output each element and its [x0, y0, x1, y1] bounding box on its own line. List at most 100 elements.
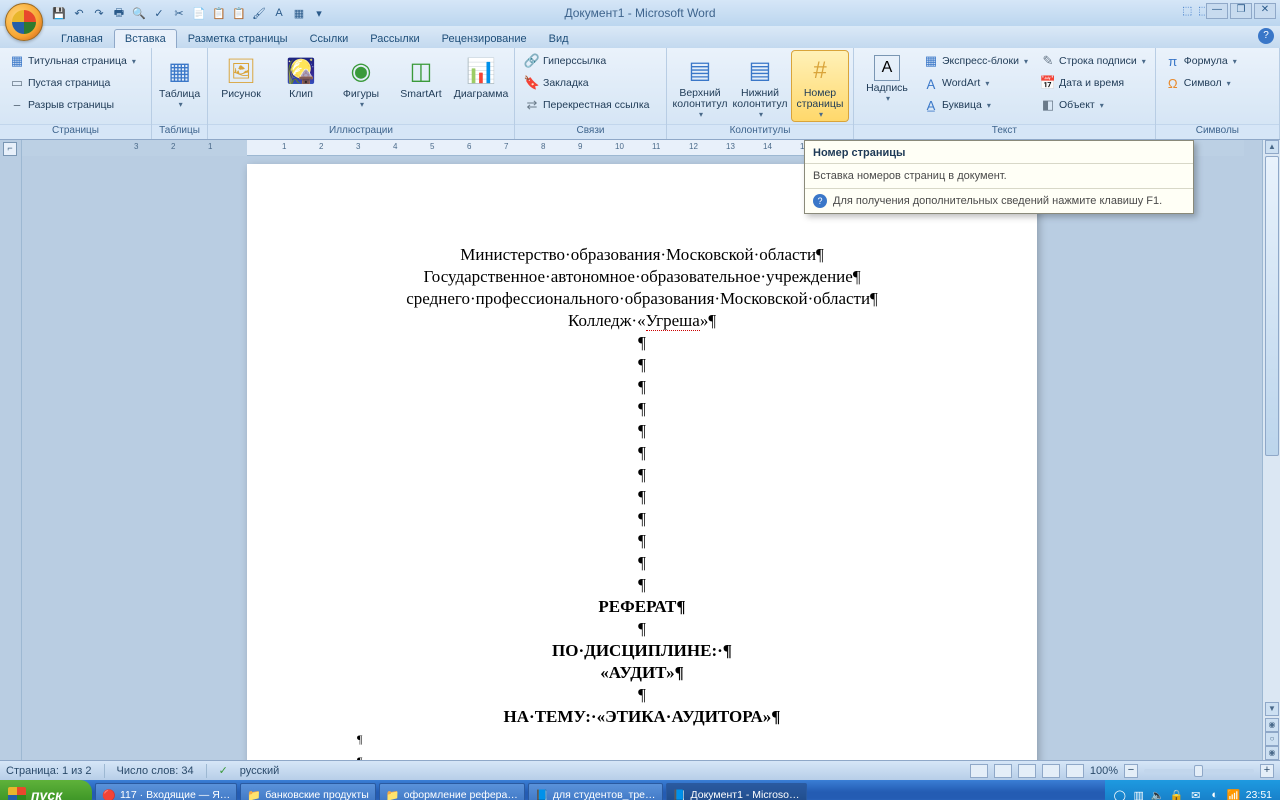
prev-page-button[interactable]: ◉ — [1265, 718, 1279, 732]
copy-button[interactable]: 📄 — [190, 4, 208, 22]
clip-button[interactable]: 🎑Клип — [273, 51, 329, 121]
dropcap-icon: A̲ — [923, 97, 939, 113]
shapes-button[interactable]: ◉Фигуры — [333, 51, 389, 121]
tray-icon[interactable]: 🔈 — [1151, 788, 1165, 800]
symbol-button[interactable]: ΩСимвол — [1161, 73, 1241, 93]
object-icon: ◧ — [1040, 97, 1056, 113]
zoom-out-button[interactable]: − — [1124, 764, 1138, 778]
group-pages: ▦Титульная страница ▭Пустая страница ⎯Ра… — [0, 48, 152, 139]
tray-icon[interactable]: ▥ — [1132, 788, 1146, 800]
doc-line: «АУДИТ»¶ — [347, 662, 937, 684]
doc-line: ¶ — [347, 508, 937, 530]
document-page[interactable]: Министерство·образования·Московской·обла… — [247, 164, 1037, 760]
status-page[interactable]: Страница: 1 из 2 — [6, 765, 92, 777]
restore-button[interactable]: ❐ — [1230, 3, 1252, 19]
textbox-button[interactable]: AНадпись — [859, 51, 915, 121]
taskbar-item[interactable]: 📘для студентов_тре… — [528, 783, 663, 800]
tab-Рассылки[interactable]: Рассылки — [359, 29, 430, 48]
help-button[interactable]: ▾ — [310, 4, 328, 22]
datetime-button[interactable]: 📅Дата и время — [1036, 73, 1150, 93]
status-words[interactable]: Число слов: 34 — [117, 765, 194, 777]
minimize-button[interactable]: — — [1206, 3, 1228, 19]
taskbar-item[interactable]: 📁банковские продукты — [240, 783, 375, 800]
equation-button[interactable]: πФормула — [1161, 51, 1241, 71]
print-preview-button[interactable]: 🔍 — [130, 4, 148, 22]
picture-button[interactable]: 🖼Рисунок — [213, 51, 269, 121]
status-proofing-icon[interactable]: ✓ — [219, 764, 228, 777]
windows-flag-icon — [8, 787, 26, 800]
tray-clock[interactable]: 23:51 — [1246, 789, 1272, 800]
bookmark-button[interactable]: 🔖Закладка — [520, 73, 653, 93]
help-button[interactable]: ? — [1258, 28, 1274, 44]
tray-icon[interactable]: 📶 — [1227, 788, 1241, 800]
dropcap-button[interactable]: A̲Буквица — [919, 95, 1032, 115]
object-button[interactable]: ◧Объект — [1036, 95, 1150, 115]
status-language[interactable]: русский — [240, 765, 279, 777]
quickparts-button[interactable]: ▦Экспресс-блоки — [919, 51, 1032, 71]
view-print-layout[interactable] — [970, 764, 988, 778]
wordart-icon: Ａ — [923, 75, 939, 91]
view-web-layout[interactable] — [1018, 764, 1036, 778]
zoom-level[interactable]: 100% — [1090, 765, 1118, 777]
ruler-toggle[interactable]: ⌐ — [3, 142, 17, 156]
taskbar-item[interactable]: 🔴117 · Входящие — Я… — [95, 783, 237, 800]
redo-button[interactable]: ↷ — [90, 4, 108, 22]
textbox-icon: A — [874, 55, 900, 81]
tray-icon[interactable]: 🔒 — [1170, 788, 1184, 800]
doc-line: ¶ — [347, 442, 937, 464]
undo-button[interactable]: ↶ — [70, 4, 88, 22]
doc-line: НА·ТЕМУ:·«ЭТИКА·АУДИТОРА»¶ — [347, 706, 937, 728]
scroll-thumb[interactable] — [1265, 156, 1279, 456]
vertical-scrollbar[interactable]: ▲ ▼ ◉ ○ ◉ — [1262, 140, 1280, 760]
tab-Рецензирование[interactable]: Рецензирование — [431, 29, 538, 48]
tab-Главная[interactable]: Главная — [50, 29, 114, 48]
crossref-button[interactable]: ⇄Перекрестная ссылка — [520, 95, 653, 115]
cover-page-button[interactable]: ▦Титульная страница — [5, 51, 140, 71]
tab-Вставка[interactable]: Вставка — [114, 29, 177, 48]
start-button[interactable]: пуск — [0, 780, 92, 800]
taskbar-item[interactable]: 📁оформление рефера… — [379, 783, 525, 800]
browse-object-button[interactable]: ○ — [1265, 732, 1279, 746]
table-button[interactable]: ▦Таблица — [157, 51, 202, 121]
office-button[interactable] — [5, 3, 43, 41]
tray-icon[interactable]: ◯ — [1113, 788, 1127, 800]
paste-button[interactable]: 📋 — [210, 4, 228, 22]
doc-line: ¶ — [347, 552, 937, 574]
taskbar-item[interactable]: 📘Документ1 - Microso… — [666, 783, 807, 800]
taskbar-items: 🔴117 · Входящие — Я…📁банковские продукты… — [92, 783, 807, 800]
view-draft[interactable] — [1066, 764, 1084, 778]
doc-line: ПО·ДИСЦИПЛИНЕ:·¶ — [347, 640, 937, 662]
chart-button[interactable]: 📊Диаграмма — [453, 51, 509, 121]
insert-table-button[interactable]: ▦ — [290, 4, 308, 22]
tab-Ссылки[interactable]: Ссылки — [299, 29, 360, 48]
wordart-button[interactable]: ＡWordArt — [919, 73, 1032, 93]
view-full-screen[interactable] — [994, 764, 1012, 778]
cut-button[interactable]: ✂ — [170, 4, 188, 22]
paste-special-button[interactable]: 📋 — [230, 4, 248, 22]
close-button[interactable]: ✕ — [1254, 3, 1276, 19]
save-button[interactable]: 💾 — [50, 4, 68, 22]
tab-Вид[interactable]: Вид — [538, 29, 580, 48]
tray-icon[interactable]: ✉ — [1189, 788, 1203, 800]
footer-button[interactable]: ▤Нижний колонтитул — [732, 51, 788, 121]
page-number-button[interactable]: #Номер страницы — [792, 51, 848, 121]
header-button[interactable]: ▤Верхний колонтитул — [672, 51, 728, 121]
scroll-down-button[interactable]: ▼ — [1265, 702, 1279, 716]
view-outline[interactable] — [1042, 764, 1060, 778]
next-page-button[interactable]: ◉ — [1265, 746, 1279, 760]
hyperlink-button[interactable]: 🔗Гиперссылка — [520, 51, 653, 71]
signature-line-button[interactable]: ✎Строка подписи — [1036, 51, 1150, 71]
tab-Разметка страницы[interactable]: Разметка страницы — [177, 29, 299, 48]
group-tables: ▦Таблица Таблицы — [152, 48, 208, 139]
format-painter-button[interactable]: 🖌 — [250, 4, 268, 22]
blank-page-button[interactable]: ▭Пустая страница — [5, 73, 140, 93]
zoom-in-button[interactable]: + — [1260, 764, 1274, 778]
tray-icon[interactable]: ◐ — [1208, 788, 1222, 800]
quick-print-button[interactable]: 🖶 — [110, 4, 128, 22]
scroll-up-button[interactable]: ▲ — [1265, 140, 1279, 154]
page-break-button[interactable]: ⎯Разрыв страницы — [5, 95, 140, 115]
spelling-button[interactable]: ✓ — [150, 4, 168, 22]
font-grow-button[interactable]: A — [270, 4, 288, 22]
zoom-slider[interactable] — [1144, 769, 1254, 773]
smartart-button[interactable]: ◫SmartArt — [393, 51, 449, 121]
